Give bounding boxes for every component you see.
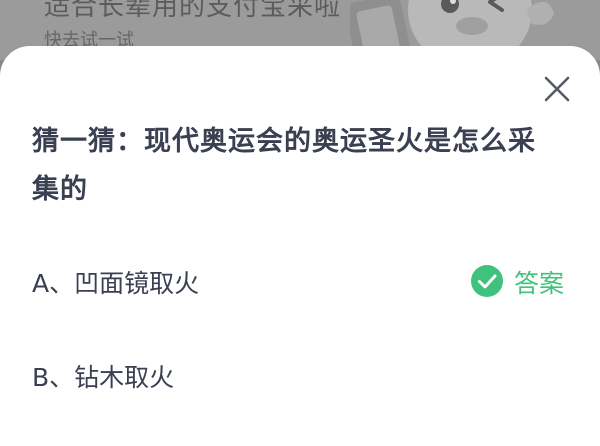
- banner-title: 适合长辈用的支付宝采啦: [44, 0, 342, 22]
- answer-label: 答案: [514, 269, 565, 298]
- option-b[interactable]: B、钻木取火: [32, 350, 572, 400]
- option-b-label: B、钻木取火: [32, 363, 175, 392]
- option-a-label: A、凹面镜取火: [32, 269, 200, 298]
- check-circle-icon: [471, 265, 503, 297]
- question-text: 猜一猜：现代奥运会的奥运圣火是怎么采集的: [32, 126, 536, 205]
- close-button[interactable]: [540, 72, 574, 106]
- close-icon: [544, 76, 570, 102]
- option-a[interactable]: A、凹面镜取火 答案: [32, 256, 572, 306]
